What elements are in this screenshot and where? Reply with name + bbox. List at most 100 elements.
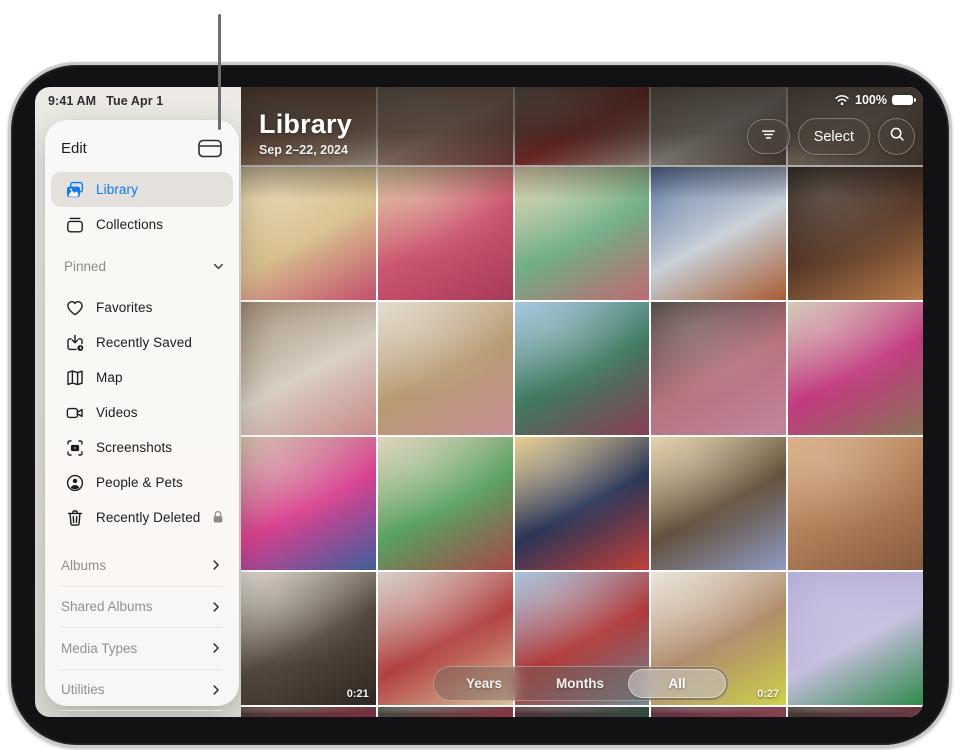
sidebar-link-label: Shared Albums bbox=[61, 599, 153, 614]
sidebar-item-label: Map bbox=[96, 370, 123, 385]
status-bar: 9:41 AM Tue Apr 1 100% bbox=[35, 87, 923, 115]
time-scope-all[interactable]: All bbox=[628, 669, 726, 698]
sidebar-item-label: People & Pets bbox=[96, 475, 183, 490]
sidebar-panel: Edit Library Collections Pinned Favorites… bbox=[45, 120, 239, 706]
pinned-section-header[interactable]: Pinned bbox=[51, 251, 233, 281]
sidebar-link-label: Albums bbox=[61, 558, 106, 573]
sidebar-item-label: Videos bbox=[96, 405, 138, 420]
photo-thumbnail[interactable] bbox=[788, 707, 923, 717]
status-indicators: 100% bbox=[834, 93, 913, 107]
battery-icon bbox=[892, 95, 913, 106]
photo-thumbnail[interactable] bbox=[515, 437, 650, 570]
ipad-device-frame: 0:21 0:27 9:41 AM Tue Apr 1 100% Library S… bbox=[8, 62, 952, 748]
photo-thumbnail[interactable] bbox=[651, 437, 786, 570]
status-time-date: 9:41 AM Tue Apr 1 bbox=[48, 94, 163, 108]
search-icon bbox=[888, 125, 906, 148]
photo-thumbnail[interactable] bbox=[651, 707, 786, 717]
photo-thumbnail[interactable] bbox=[378, 437, 513, 570]
collections-icon bbox=[64, 214, 85, 235]
sidebar-item-recently-deleted[interactable]: Recently Deleted bbox=[51, 500, 233, 535]
sidebar-item-label: Recently Deleted bbox=[96, 510, 200, 525]
photo-thumbnail[interactable] bbox=[788, 572, 923, 705]
time-scope-segmented-control: Years Months All bbox=[433, 666, 729, 701]
photo-thumbnail[interactable] bbox=[241, 437, 376, 570]
sidebar-item-map[interactable]: Map bbox=[51, 360, 233, 395]
status-time: 9:41 AM bbox=[48, 94, 96, 108]
sidebar-header: Edit bbox=[45, 133, 239, 163]
sidebar-item-label: Recently Saved bbox=[96, 335, 192, 350]
page-header: Library Sep 2–22, 2024 bbox=[259, 109, 352, 157]
sidebar-item-recently-saved[interactable]: Recently Saved bbox=[51, 325, 233, 360]
pinned-section-label: Pinned bbox=[64, 259, 106, 274]
time-scope-months[interactable]: Months bbox=[532, 669, 628, 698]
header-actions: Select bbox=[747, 118, 915, 155]
photo-thumbnail[interactable] bbox=[378, 707, 513, 717]
edit-button[interactable]: Edit bbox=[61, 140, 87, 157]
sidebar-main-items: Library Collections bbox=[45, 172, 239, 242]
heart-icon bbox=[64, 297, 85, 318]
sidebar-link-label: Media Types bbox=[61, 641, 137, 656]
filter-button[interactable] bbox=[747, 119, 790, 154]
sidebar-toggle-icon[interactable] bbox=[197, 138, 223, 159]
photo-thumbnail[interactable] bbox=[515, 302, 650, 435]
chevron-right-icon bbox=[209, 558, 223, 572]
photo-thumbnail[interactable] bbox=[788, 302, 923, 435]
video-duration-label: 0:27 bbox=[757, 688, 779, 700]
recently-saved-icon bbox=[64, 332, 85, 353]
sidebar-link-utilities[interactable]: Utilities bbox=[61, 669, 223, 712]
trash-icon bbox=[64, 507, 85, 528]
sidebar-link-label: Utilities bbox=[61, 682, 105, 697]
filter-icon bbox=[759, 125, 778, 149]
chevron-right-icon bbox=[209, 600, 223, 614]
sidebar-item-label: Collections bbox=[96, 217, 163, 232]
sidebar-item-collections[interactable]: Collections bbox=[51, 207, 233, 242]
sidebar-item-videos[interactable]: Videos bbox=[51, 395, 233, 430]
photo-thumbnail[interactable] bbox=[788, 167, 923, 300]
photo-thumbnail[interactable] bbox=[515, 167, 650, 300]
photo-thumbnail[interactable] bbox=[788, 437, 923, 570]
chevron-right-icon bbox=[209, 683, 223, 697]
battery-percent-label: 100% bbox=[855, 93, 887, 107]
sidebar-link-albums[interactable]: Albums bbox=[61, 545, 223, 586]
photo-thumbnail[interactable] bbox=[651, 167, 786, 300]
select-button-label: Select bbox=[814, 129, 854, 145]
status-date: Tue Apr 1 bbox=[106, 94, 163, 108]
lock-icon bbox=[210, 509, 227, 526]
screenshot-icon bbox=[64, 437, 85, 458]
select-button[interactable]: Select bbox=[798, 118, 870, 155]
time-scope-label: All bbox=[668, 676, 685, 691]
photo-thumbnail[interactable] bbox=[241, 707, 376, 717]
marketing-canvas: 0:21 0:27 9:41 AM Tue Apr 1 100% Library S… bbox=[0, 0, 960, 750]
callout-line bbox=[218, 14, 221, 130]
person-icon bbox=[64, 472, 85, 493]
video-icon bbox=[64, 402, 85, 423]
time-scope-label: Months bbox=[556, 676, 604, 691]
ipad-screen: 0:21 0:27 9:41 AM Tue Apr 1 100% Library S… bbox=[35, 87, 923, 717]
sidebar-item-library[interactable]: Library bbox=[51, 172, 233, 207]
photo-thumbnail[interactable] bbox=[651, 302, 786, 435]
photo-thumbnail[interactable] bbox=[241, 167, 376, 300]
photo-thumbnail[interactable] bbox=[515, 707, 650, 717]
map-icon bbox=[64, 367, 85, 388]
sidebar-item-people-pets[interactable]: People & Pets bbox=[51, 465, 233, 500]
photo-grid: 0:21 0:27 bbox=[241, 87, 923, 717]
sidebar-item-label: Favorites bbox=[96, 300, 152, 315]
photo-thumbnail[interactable] bbox=[378, 167, 513, 300]
photo-thumbnail[interactable] bbox=[378, 302, 513, 435]
photo-thumbnail[interactable] bbox=[241, 302, 376, 435]
search-button[interactable] bbox=[878, 118, 915, 155]
sidebar-link-shared-albums[interactable]: Shared Albums bbox=[61, 586, 223, 628]
video-duration-label: 0:21 bbox=[347, 688, 369, 700]
sidebar-item-favorites[interactable]: Favorites bbox=[51, 290, 233, 325]
sidebar-link-rows: Albums Shared Albums Media Types Utilities bbox=[61, 545, 223, 711]
sidebar-link-media-types[interactable]: Media Types bbox=[61, 627, 223, 669]
chevron-down-icon[interactable] bbox=[211, 259, 226, 274]
time-scope-years[interactable]: Years bbox=[436, 669, 532, 698]
sidebar-item-label: Screenshots bbox=[96, 440, 172, 455]
sidebar-pinned-items: Favorites Recently Saved Map Videos Screensh… bbox=[45, 290, 239, 535]
chevron-right-icon bbox=[209, 641, 223, 655]
photo-thumbnail[interactable]: 0:21 bbox=[241, 572, 376, 705]
time-scope-label: Years bbox=[466, 676, 502, 691]
sidebar-item-screenshots[interactable]: Screenshots bbox=[51, 430, 233, 465]
sidebar-item-label: Library bbox=[96, 182, 138, 197]
